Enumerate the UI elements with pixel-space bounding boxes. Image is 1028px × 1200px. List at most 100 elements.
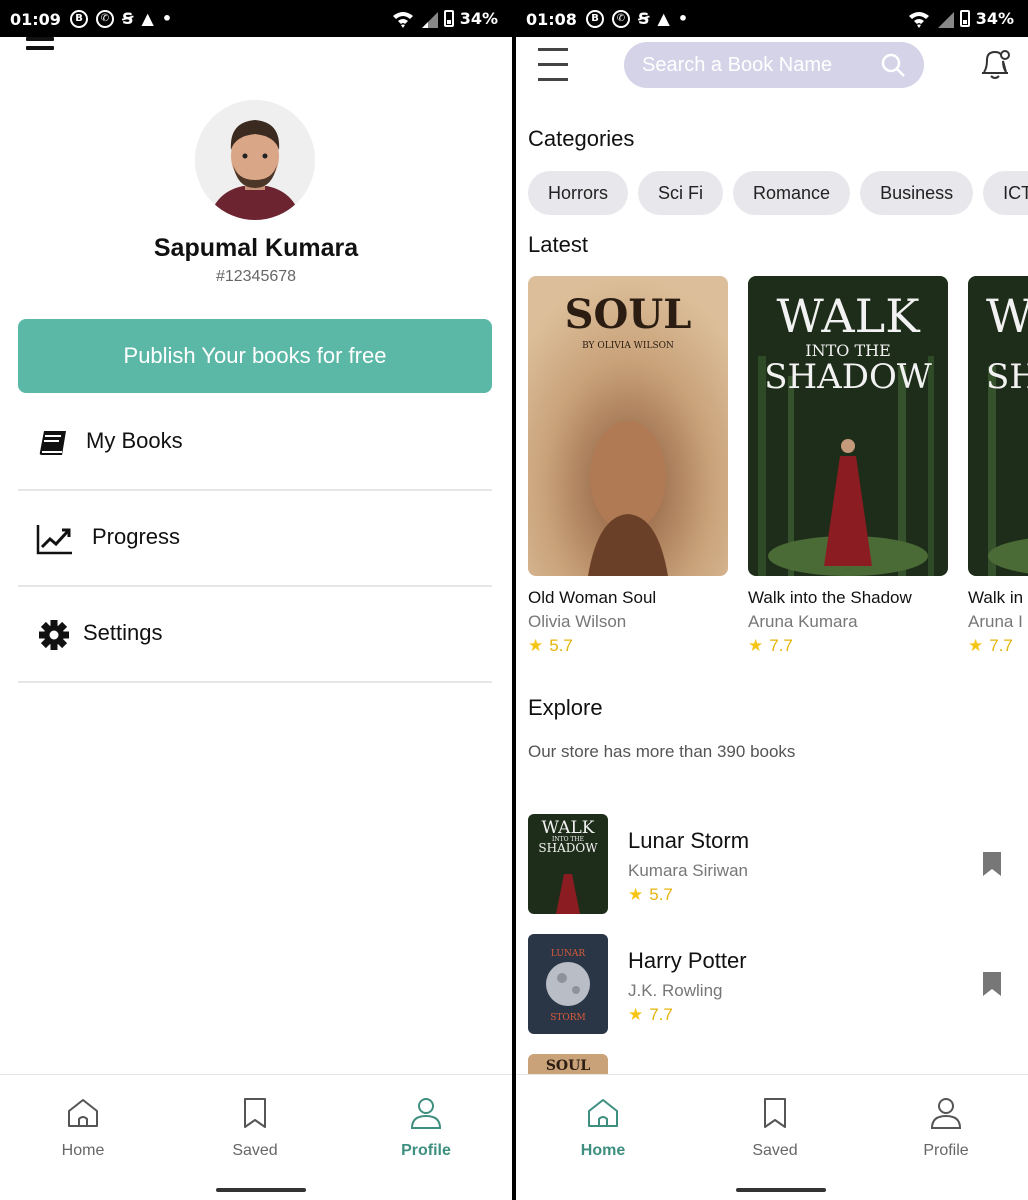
home-indicator[interactable] bbox=[736, 1188, 826, 1192]
categories-heading: Categories bbox=[528, 126, 635, 151]
list-author: Kumara Siriwan bbox=[628, 861, 748, 880]
category-chip[interactable]: ICT bbox=[983, 171, 1028, 215]
book-thumbnail[interactable]: LUNAR STORM bbox=[528, 934, 608, 1034]
bookmark-icon[interactable] bbox=[982, 972, 1002, 996]
thumb-title: SOUL bbox=[546, 1058, 591, 1074]
whatsapp-icon: ✆ bbox=[612, 9, 630, 28]
nav-saved[interactable]: Saved bbox=[715, 1095, 835, 1160]
bookmark-icon bbox=[764, 1098, 786, 1128]
profile-name: Sapumal Kumara bbox=[153, 234, 359, 262]
book-rating: ★ 7.7 bbox=[968, 636, 1013, 655]
list-rating: ★ 7.7 bbox=[628, 1005, 673, 1024]
book-title: Walk in bbox=[968, 588, 1024, 607]
publish-books-button[interactable]: Publish Your books for free bbox=[18, 319, 492, 393]
cover-title: WALK bbox=[776, 289, 921, 343]
search-bar[interactable] bbox=[624, 42, 924, 88]
whatsapp-icon: ✆ bbox=[96, 9, 114, 28]
status-bar: 01:09 B ✆ Ꞩ ▲ • 34% bbox=[0, 0, 512, 37]
battery-level: 34% bbox=[975, 9, 1014, 28]
nav-home[interactable]: Home bbox=[543, 1095, 663, 1160]
book-cover[interactable]: SOUL BY OLIVIA WILSON bbox=[528, 276, 728, 576]
nav-profile[interactable]: Profile bbox=[366, 1095, 486, 1160]
bookmark-icon[interactable] bbox=[982, 852, 1002, 876]
dot-icon: • bbox=[161, 9, 173, 28]
menu-icon[interactable] bbox=[26, 37, 54, 57]
book-thumbnail-art: LUNAR STORM bbox=[528, 934, 608, 1034]
status-time: 01:08 bbox=[526, 10, 577, 29]
list-item[interactable]: WALK INTO THE SHADOW Lunar Storm Kumara … bbox=[528, 814, 1018, 914]
wifi-icon bbox=[908, 11, 929, 28]
user-avatar-photo bbox=[195, 100, 315, 220]
book-author: Olivia Wilson bbox=[528, 612, 627, 631]
nav-label: Saved bbox=[752, 1142, 798, 1159]
nav-label: Home bbox=[61, 1142, 105, 1159]
thumb-title: LUNAR bbox=[551, 949, 585, 959]
search-input[interactable] bbox=[642, 51, 862, 79]
dot-icon: • bbox=[677, 9, 689, 28]
signal-icon bbox=[421, 11, 438, 28]
cover-title: W bbox=[986, 289, 1028, 343]
category-chip[interactable]: Horrors bbox=[528, 171, 629, 215]
book-card[interactable]: WALK INTO THE SHADOW Walk into the Shado… bbox=[748, 276, 948, 656]
nav-label: Profile bbox=[923, 1142, 969, 1159]
book-rating: ★ 7.7 bbox=[748, 636, 793, 655]
list-author: J.K. Rowling bbox=[628, 981, 723, 1000]
menu-label: Settings bbox=[83, 620, 163, 645]
explore-heading: Explore bbox=[528, 695, 603, 720]
system-icons: 34% bbox=[392, 9, 498, 28]
signal-icon bbox=[937, 11, 954, 28]
star-icon: ★ bbox=[748, 636, 764, 655]
category-chip[interactable]: Sci Fi bbox=[638, 171, 724, 215]
nav-label: Home bbox=[580, 1142, 626, 1159]
b-app-icon: B bbox=[586, 9, 604, 28]
s-app-icon: Ꞩ bbox=[638, 9, 650, 28]
user-icon bbox=[930, 1098, 962, 1129]
s-app-icon: Ꞩ bbox=[122, 9, 134, 28]
explore-subtitle: Our store has more than 390 books bbox=[528, 742, 796, 761]
profile-screen: 01:09 B ✆ Ꞩ ▲ • 34% Sapumal Kumara #1234… bbox=[0, 0, 512, 1200]
user-notify-icon: ▲ bbox=[141, 9, 154, 28]
wifi-icon bbox=[392, 11, 413, 28]
status-bar: 01:08 B ✆ Ꞩ ▲ • 34% bbox=[516, 0, 1028, 37]
book-rating: ★ 5.7 bbox=[528, 636, 573, 655]
bottom-nav: Home Saved Profile bbox=[0, 1074, 512, 1182]
nav-label: Profile bbox=[401, 1142, 451, 1159]
book-title: Old Woman Soul bbox=[528, 588, 657, 607]
notification-icons: B ✆ Ꞩ ▲ • bbox=[586, 9, 688, 28]
search-icon[interactable] bbox=[880, 52, 906, 78]
book-thumbnail-art: WALK INTO THE SHADOW bbox=[528, 814, 608, 914]
book-card[interactable]: SOUL BY OLIVIA WILSON Old Woman Soul Oli… bbox=[528, 276, 728, 656]
menu-label: Progress bbox=[92, 524, 181, 549]
nav-profile[interactable]: Profile bbox=[886, 1095, 1006, 1160]
list-item[interactable]: LUNAR STORM Harry Potter J.K. Rowling ★ 7… bbox=[528, 934, 1018, 1034]
bookmark-icon bbox=[244, 1098, 266, 1128]
menu-item-my-books[interactable]: My Books bbox=[18, 395, 492, 491]
menu-item-progress[interactable]: Progress bbox=[18, 491, 492, 587]
book-thumbnail[interactable]: WALK INTO THE SHADOW bbox=[528, 814, 608, 914]
thumb-end: SHADOW bbox=[538, 841, 598, 855]
category-chip[interactable]: Business bbox=[860, 171, 974, 215]
bell-icon[interactable] bbox=[978, 46, 1012, 82]
user-icon bbox=[410, 1098, 442, 1129]
list-title: Harry Potter bbox=[628, 948, 747, 973]
menu-item-settings[interactable]: Settings bbox=[18, 587, 492, 683]
star-icon: ★ bbox=[628, 885, 644, 904]
book-card[interactable]: W SH Walk in Aruna I ★ 7.7 bbox=[968, 276, 1028, 656]
latest-heading: Latest bbox=[528, 232, 588, 257]
profile-id: #12345678 bbox=[215, 268, 297, 285]
home-indicator[interactable] bbox=[216, 1188, 306, 1192]
book-cover[interactable]: W SH bbox=[968, 276, 1028, 576]
battery-level: 34% bbox=[459, 9, 498, 28]
chart-line-icon bbox=[36, 525, 72, 555]
nav-saved[interactable]: Saved bbox=[195, 1095, 315, 1160]
nav-home[interactable]: Home bbox=[23, 1095, 143, 1160]
book-author: Aruna Kumara bbox=[748, 612, 858, 631]
category-chip[interactable]: Romance bbox=[733, 171, 851, 215]
status-time: 01:09 bbox=[10, 10, 61, 29]
avatar[interactable] bbox=[195, 100, 315, 220]
home-icon bbox=[588, 1099, 618, 1127]
book-cover[interactable]: WALK INTO THE SHADOW bbox=[748, 276, 948, 576]
cover-end: SH bbox=[986, 357, 1028, 397]
menu-icon[interactable] bbox=[538, 48, 568, 81]
notification-icons: B ✆ Ꞩ ▲ • bbox=[70, 9, 172, 28]
